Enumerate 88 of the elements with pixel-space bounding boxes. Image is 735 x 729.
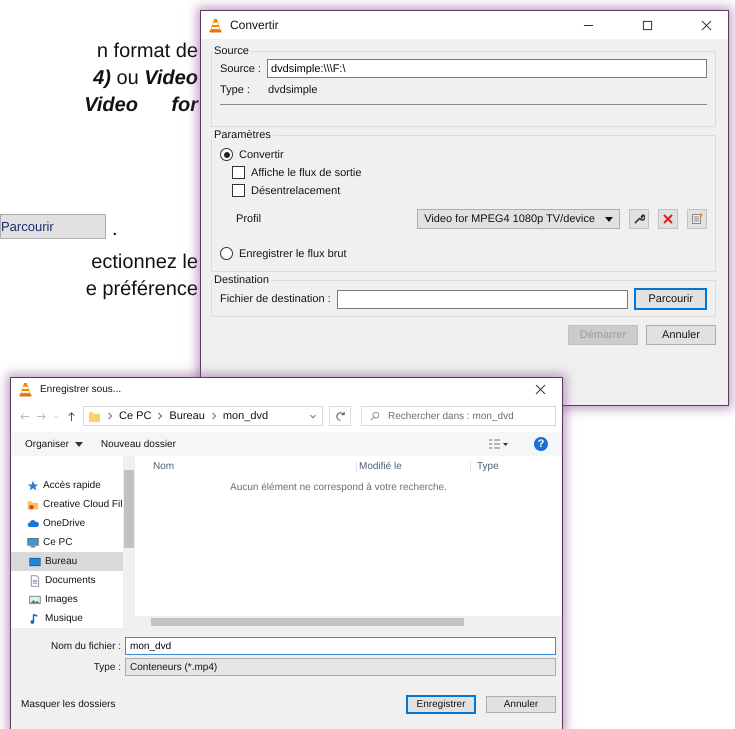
dialog-button[interactable]: Enregistrer — [406, 695, 476, 714]
caret-icon — [605, 216, 613, 222]
source-field[interactable]: dvdsimple:\\\F:\ — [266, 59, 707, 78]
sidebar-item[interactable]: Creative Cloud Fil — [11, 495, 123, 514]
checkbox-label: Désentrelacement — [251, 184, 340, 196]
monitor-icon — [27, 536, 39, 548]
search-field[interactable]: Rechercher dans : mon_dvd — [361, 406, 556, 426]
paragraph-line: 4) ou Video — [93, 66, 198, 91]
checkbox[interactable] — [232, 184, 245, 197]
field-label: Fichier de destination : — [220, 293, 331, 305]
paragraph-line: ectionnez le — [91, 250, 198, 275]
refresh-button[interactable] — [329, 406, 351, 426]
sidebar-item[interactable]: Accès rapide — [11, 476, 123, 495]
field-label: Type : — [92, 662, 121, 672]
file-type-dropdown[interactable]: Conteneurs (*.mp4) — [125, 658, 556, 676]
picture-icon — [29, 594, 41, 606]
checkbox[interactable] — [232, 166, 245, 179]
radio-button[interactable] — [220, 148, 233, 161]
sidebar-item[interactable]: Musique — [11, 609, 123, 628]
folder-icon — [88, 410, 101, 422]
sidebar-item[interactable]: Ce PC — [11, 533, 123, 552]
close-icon[interactable] — [701, 20, 712, 30]
chevron-right-icon — [157, 412, 164, 420]
document-icon — [29, 574, 41, 586]
view-options-icon[interactable] — [488, 438, 508, 450]
window-title: Enregistrer sous... — [40, 384, 122, 394]
horizontal-scrollbar[interactable] — [135, 616, 562, 628]
column-header[interactable]: Type — [471, 460, 499, 472]
delete-profile-button[interactable] — [658, 209, 678, 229]
field-label: Source : — [220, 62, 261, 74]
dialog-button[interactable]: Annuler — [486, 696, 556, 713]
parcourir-button-image: Parcourir — [0, 214, 106, 239]
radio-button[interactable] — [220, 247, 233, 260]
up-arrow-icon[interactable] — [66, 410, 77, 422]
column-header[interactable]: Modifié le — [357, 460, 471, 472]
new-folder-button[interactable]: Nouveau dossier — [100, 438, 176, 450]
sidebar-item[interactable]: Images — [11, 590, 123, 609]
cross-icon — [662, 213, 674, 225]
window-title: Convertir — [230, 18, 279, 32]
new-profile-button[interactable] — [687, 209, 707, 229]
group-legend: Destination — [212, 274, 272, 286]
star-icon — [27, 480, 39, 492]
caret-icon — [74, 442, 83, 446]
address-bar[interactable]: Ce PC Bureau mon_dvd — [83, 406, 323, 426]
chevron-right-icon — [210, 412, 217, 420]
hide-folders-toggle[interactable]: Masquer les dossiers — [21, 699, 116, 710]
empty-message: Aucun élément ne correspond à votre recherche. — [229, 482, 448, 493]
breadcrumb-item[interactable]: mon_dvd — [222, 410, 268, 422]
column-header[interactable]: Nom — [135, 460, 357, 472]
sidebar-item[interactable]: Bureau — [11, 552, 123, 571]
paragraph-line: n format de — [96, 39, 198, 64]
file-name-field[interactable]: mon_dvd — [125, 637, 556, 655]
browse-button[interactable]: Parcourir — [634, 288, 707, 310]
traffic-cone-icon — [19, 382, 32, 396]
list-icon — [691, 213, 703, 225]
radio-label: Enregistrer le flux brut — [239, 248, 347, 260]
close-icon[interactable] — [535, 384, 546, 394]
period: . — [112, 219, 118, 239]
destination-field[interactable] — [336, 290, 628, 308]
group-legend: Source — [212, 45, 251, 57]
edit-profile-button[interactable] — [629, 209, 649, 229]
cloud-icon — [27, 518, 39, 530]
desktop-icon — [29, 556, 41, 568]
paragraph-line: e préférence — [86, 277, 198, 302]
chevron-right-icon — [107, 412, 113, 420]
sidebar-item[interactable]: OneDrive — [11, 514, 123, 533]
group-legend: Paramètres — [212, 129, 273, 141]
refresh-icon — [334, 410, 346, 422]
paragraph-line: Video for — [84, 93, 198, 118]
wrench-icon — [633, 213, 645, 225]
help-button[interactable]: ? — [534, 437, 548, 451]
vertical-scrollbar[interactable] — [123, 456, 135, 628]
maximize-icon[interactable] — [642, 20, 653, 30]
traffic-cone-icon — [209, 18, 222, 32]
checkbox-label: Affiche le flux de sortie — [251, 166, 362, 178]
organize-menu[interactable]: Organiser — [25, 438, 83, 450]
profile-dropdown[interactable]: Video for MPEG4 1080p TV/device — [417, 209, 620, 229]
sidebar-item[interactable]: Documents — [11, 571, 123, 590]
field-label: Profil — [236, 213, 262, 225]
field-label: Type : — [220, 84, 250, 96]
type-value: dvdsimple — [268, 84, 318, 96]
search-icon — [370, 411, 380, 421]
breadcrumb-item[interactable]: Bureau — [169, 410, 205, 422]
breadcrumb-item[interactable]: Ce PC — [119, 410, 152, 422]
dialog-button[interactable]: Annuler — [646, 325, 716, 345]
folder-icon — [27, 498, 39, 510]
field-label: Nom du fichier : — [50, 640, 121, 652]
radio-label: Convertir — [239, 148, 284, 160]
